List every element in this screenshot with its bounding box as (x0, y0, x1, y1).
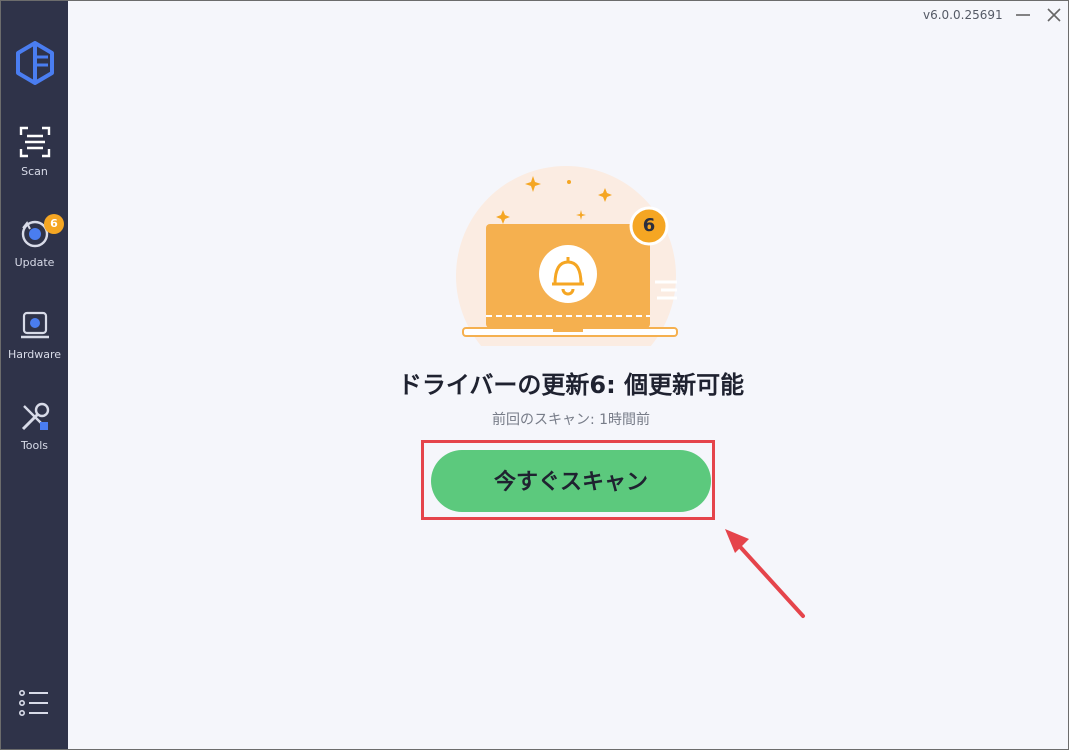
last-scan-label: 前回のスキャン: 1時間前 (491, 412, 651, 428)
version-label: v6.0.0.25691 (923, 8, 1003, 22)
scan-now-button[interactable]: 今すぐスキャン (431, 450, 711, 512)
close-icon[interactable] (1042, 3, 1066, 27)
page-title: ドライバーの更新6: 個更新可能 (397, 371, 745, 399)
sidebar-item-label: Update (14, 256, 55, 269)
sidebar-item-hardware[interactable]: Hardware (1, 305, 68, 385)
minimize-icon[interactable] (1011, 3, 1035, 27)
notification-count-badge: 6 (642, 215, 656, 236)
menu-icon[interactable] (18, 687, 50, 719)
annotation-arrow-icon (725, 529, 805, 618)
sidebar-item-label: Scan (21, 165, 48, 178)
app-window: Scan Update 6 Hardware Tools v6.0.0.2569… (0, 0, 1069, 750)
update-count-badge: 6 (44, 214, 64, 234)
sidebar-item-tools[interactable]: Tools (1, 396, 68, 476)
hardware-icon (21, 311, 49, 339)
sidebar-item-label: Hardware (7, 348, 62, 361)
sidebar: Scan Update 6 Hardware Tools (1, 1, 68, 749)
sidebar-item-scan[interactable]: Scan (1, 121, 68, 201)
scan-icon (19, 126, 51, 158)
laptop-notification-illustration (456, 166, 678, 346)
sidebar-item-label: Tools (20, 439, 49, 452)
app-logo-icon (16, 41, 54, 85)
tools-icon (21, 402, 50, 431)
